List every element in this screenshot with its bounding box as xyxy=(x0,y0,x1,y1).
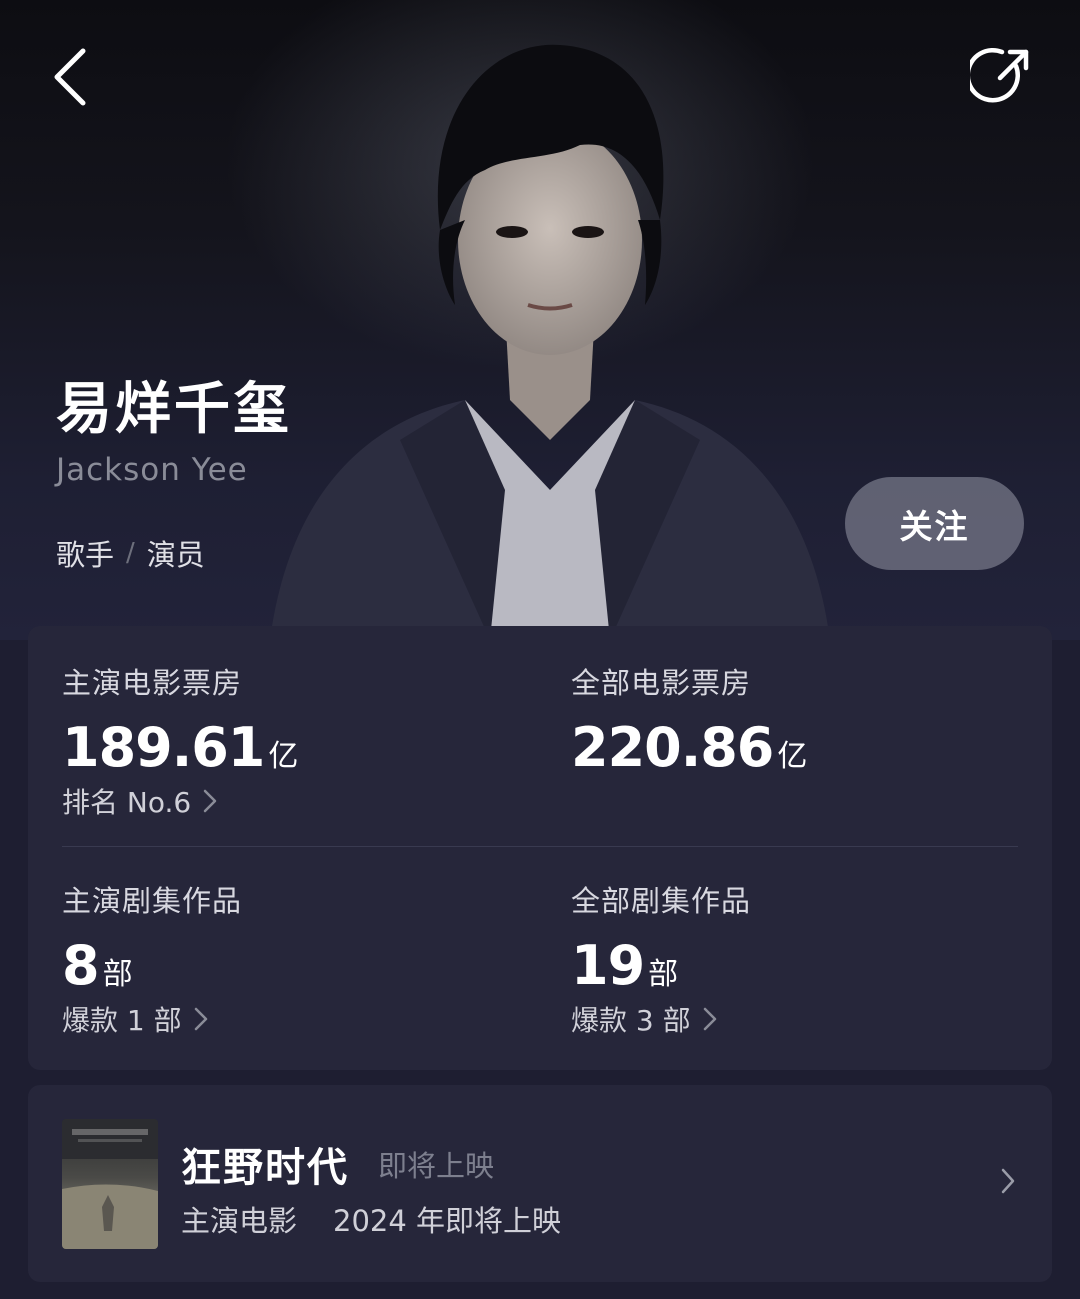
stat-number: 8 xyxy=(62,934,100,997)
stat-unit: 部 xyxy=(648,957,679,992)
share-icon xyxy=(970,48,1029,103)
artist-portrait xyxy=(270,44,830,640)
hit-series-link[interactable]: 爆款 3 部 xyxy=(571,999,751,1039)
stats-divider xyxy=(62,846,1018,847)
stat-number: 19 xyxy=(571,934,645,997)
role-separator: / xyxy=(126,538,135,568)
chevron-right-icon xyxy=(703,1007,717,1031)
ranking-text: 排名 No.6 xyxy=(62,786,192,819)
role-actor: 演员 xyxy=(146,538,205,572)
role-singer: 歌手 xyxy=(56,538,115,572)
artist-roles: 歌手 / 演员 xyxy=(56,532,205,574)
chevron-right-icon xyxy=(203,789,217,813)
movie-title: 狂野时代 xyxy=(181,1145,349,1191)
hit-series-text: 爆款 3 部 xyxy=(571,1004,691,1037)
movie-role: 主演电影 xyxy=(181,1204,298,1238)
back-button[interactable] xyxy=(36,42,106,112)
stat-number: 189.61 xyxy=(62,716,265,779)
upcoming-movie-card[interactable]: 狂野时代 即将上映 主演电影 2024 年即将上映 xyxy=(28,1085,1052,1282)
lead-box-office-stat[interactable]: 主演电影票房 189.61 亿 排名 No.6 xyxy=(62,660,298,821)
hit-series-link[interactable]: 爆款 1 部 xyxy=(62,999,242,1039)
chevron-right-icon xyxy=(194,1007,208,1031)
all-series-stat[interactable]: 全部剧集作品 19 部 爆款 3 部 xyxy=(571,878,751,1039)
all-box-office-stat: 全部电影票房 220.86 亿 xyxy=(571,660,807,779)
stat-unit: 亿 xyxy=(268,739,299,774)
ranking-link[interactable]: 排名 No.6 xyxy=(62,781,298,821)
stat-value: 8 部 xyxy=(62,934,242,997)
share-button[interactable] xyxy=(966,42,1036,112)
chevron-right-icon xyxy=(1000,1167,1016,1199)
stat-label: 全部剧集作品 xyxy=(571,884,752,918)
stat-value: 220.86 亿 xyxy=(571,716,807,779)
stat-value: 189.61 亿 xyxy=(62,716,298,779)
stat-label: 主演剧集作品 xyxy=(62,884,243,918)
stats-card: 主演电影票房 189.61 亿 排名 No.6 全部电影票房 220.86 亿 … xyxy=(28,626,1052,1070)
hit-series-text: 爆款 1 部 xyxy=(62,1004,182,1037)
artist-name: 易烊千玺 xyxy=(56,377,292,442)
artist-english-name: Jackson Yee xyxy=(56,452,248,488)
movie-release-info: 2024 年即将上映 xyxy=(333,1204,562,1238)
back-arrow-icon xyxy=(54,48,86,106)
stat-unit: 亿 xyxy=(777,739,808,774)
lead-series-stat[interactable]: 主演剧集作品 8 部 爆款 1 部 xyxy=(62,878,242,1039)
stat-value: 19 部 xyxy=(571,934,751,997)
stat-label: 主演电影票房 xyxy=(62,666,243,700)
movie-status: 即将上映 xyxy=(378,1149,495,1183)
movie-poster xyxy=(62,1119,158,1249)
stat-number: 220.86 xyxy=(571,716,774,779)
stat-label: 全部电影票房 xyxy=(571,666,752,700)
follow-button[interactable]: 关注 xyxy=(845,477,1024,570)
stat-unit: 部 xyxy=(102,957,133,992)
